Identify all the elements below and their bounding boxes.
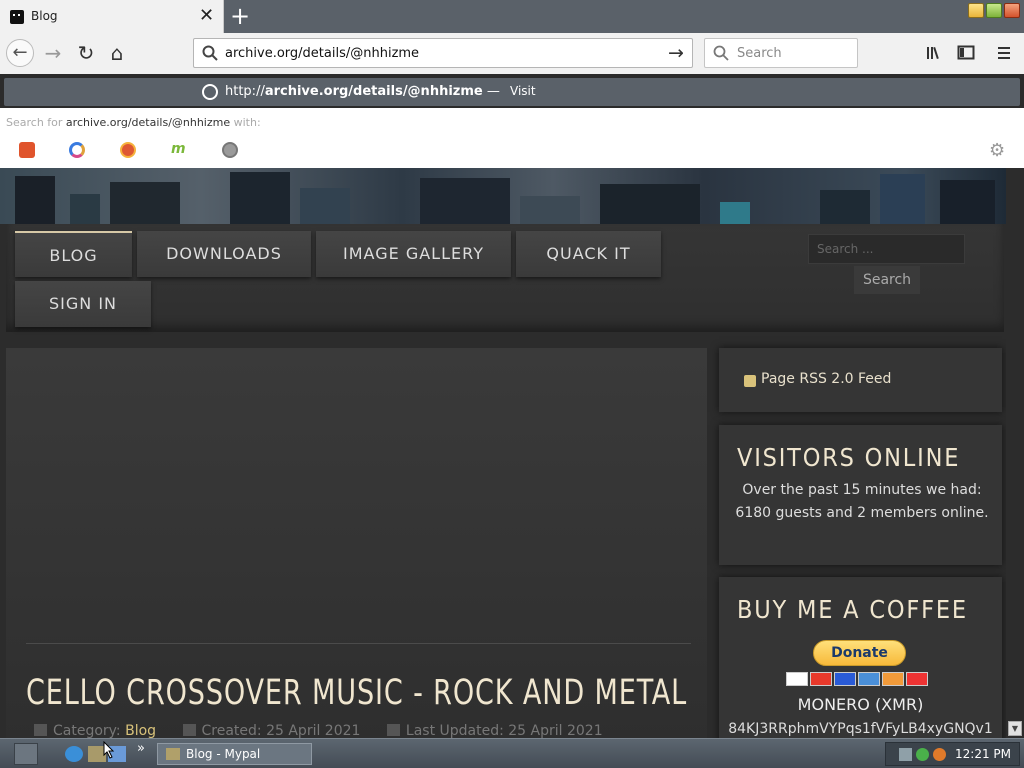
taskbar-item-mypal[interactable]: Blog - Mypal	[157, 743, 312, 765]
visitors-widget: VISITORS ONLINE Over the past 15 minutes…	[719, 425, 1002, 565]
searx-icon[interactable]	[222, 142, 238, 158]
window-minimize-button[interactable]	[968, 3, 984, 18]
article-title[interactable]: CELLO CROSSOVER MUSIC - ROCK AND METAL	[26, 673, 687, 713]
unionpay-icon	[906, 672, 928, 686]
suggestion-url-prefix: http://	[225, 84, 265, 99]
discover-icon	[882, 672, 904, 686]
url-text[interactable]: archive.org/details/@nhhizme	[225, 46, 419, 61]
suggestion-url-domain: archive.org/details/@nhhizme	[264, 84, 483, 99]
globe-icon	[202, 84, 218, 100]
mojeek-icon[interactable]: m	[171, 142, 187, 158]
url-suggestion-row[interactable]: http://archive.org/details/@nhhizme — Vi…	[4, 78, 1020, 106]
tab-strip: Blog ✕ +	[0, 0, 1024, 33]
calendar-icon	[182, 724, 196, 736]
monero-label: MONERO (XMR)	[797, 695, 924, 714]
library-icon[interactable]	[925, 44, 945, 62]
amex-icon	[858, 672, 880, 686]
sidebar-icon[interactable]	[957, 44, 975, 62]
search-icon	[202, 45, 218, 61]
window-maximize-button[interactable]	[986, 3, 1002, 18]
browser-search-bar[interactable]: Search	[704, 38, 858, 68]
article-meta: Category: Blog Created: 25 April 2021 La…	[34, 723, 603, 738]
suggestion-visit-label: Visit	[510, 84, 536, 98]
tab-title: Blog	[31, 9, 58, 23]
search-with-text: Search for archive.org/details/@nhhizme …	[6, 116, 261, 129]
quicklaunch-more-icon[interactable]: »	[137, 741, 145, 756]
rss-widget: Page RSS 2.0 Feed	[719, 348, 1002, 412]
nav-item-quack-it[interactable]: QUACK IT	[516, 231, 661, 277]
taskbar-item-label: Blog - Mypal	[186, 747, 261, 761]
clock[interactable]: 12:21 PM	[955, 747, 1011, 761]
search-tray-icon[interactable]	[933, 748, 946, 761]
url-bar[interactable]: archive.org/details/@nhhizme →	[193, 38, 693, 68]
go-arrow-icon[interactable]: →	[668, 42, 684, 64]
search-icon	[713, 45, 729, 61]
site-search-placeholder: Search ...	[817, 242, 874, 256]
calendar-icon	[386, 724, 400, 736]
coffee-widget: BUY ME A COFFEE Donate MONERO (XMR) 84KJ…	[719, 577, 1002, 738]
search-with-suffix: with:	[233, 116, 261, 129]
visitors-text: Over the past 15 minutes we had: 6180 gu…	[735, 482, 989, 521]
home-button[interactable]: ⌂	[105, 41, 129, 65]
rss-icon	[744, 375, 756, 387]
folder-icon	[34, 724, 47, 736]
web-page: BLOG DOWNLOADS IMAGE GALLERY QUACK IT SI…	[0, 168, 1024, 738]
payment-cards	[786, 672, 936, 686]
internet-explorer-icon[interactable]	[65, 746, 83, 762]
updated-date: Last Updated: 25 April 2021	[405, 723, 603, 738]
scroll-down-arrow-icon[interactable]: ▼	[1008, 721, 1022, 736]
forward-button[interactable]: →	[41, 41, 65, 65]
search-with-prefix: Search for	[6, 116, 63, 129]
back-button[interactable]: ←	[6, 39, 34, 67]
network-icon[interactable]	[899, 748, 912, 761]
coffee-title: BUY ME A COFFEE	[737, 595, 968, 624]
visitors-title: VISITORS ONLINE	[737, 443, 961, 472]
nav-item-blog[interactable]: BLOG	[15, 231, 132, 277]
content-divider	[26, 643, 691, 644]
mypal-icon	[166, 748, 180, 760]
site-navigation: BLOG DOWNLOADS IMAGE GALLERY QUACK IT SI…	[6, 224, 1004, 332]
suggestion-separator: —	[486, 84, 500, 99]
page-scrollbar[interactable]	[1006, 168, 1024, 738]
tab-blog[interactable]: Blog ✕	[0, 0, 224, 33]
site-favicon-icon	[10, 10, 24, 24]
search-placeholder: Search	[737, 46, 782, 61]
window-close-button[interactable]	[1004, 3, 1020, 18]
main-content: CELLO CROSSOVER MUSIC - ROCK AND METAL C…	[6, 348, 707, 738]
update-icon[interactable]	[916, 748, 929, 761]
donate-button[interactable]: Donate	[813, 640, 906, 666]
mouse-cursor-icon	[103, 741, 115, 759]
category-label: Category:	[53, 723, 121, 738]
reload-button[interactable]: ↻	[74, 41, 98, 65]
gear-icon[interactable]: ⚙	[989, 140, 1005, 161]
search-with-panel: Search for archive.org/details/@nhhizme …	[0, 108, 1024, 168]
search-with-query: archive.org/details/@nhhizme	[65, 116, 231, 129]
tab-close-icon[interactable]: ✕	[199, 5, 214, 27]
menu-icon[interactable]	[996, 44, 1012, 62]
suggestion-url: http://archive.org/details/@nhhizme — Vi…	[225, 84, 536, 99]
site-search-input[interactable]: Search ...	[808, 234, 965, 264]
monero-address[interactable]: 84KJ3RRphmVYPqs1fVFyLB4xyGNQv1	[719, 721, 1002, 737]
created-date: Created: 25 April 2021	[201, 723, 361, 738]
brave-icon[interactable]	[19, 142, 35, 158]
category-link[interactable]: Blog	[125, 723, 156, 738]
site-banner-image	[0, 168, 1006, 224]
system-tray: 12:21 PM	[885, 742, 1020, 766]
site-search-button[interactable]: Search	[854, 266, 920, 294]
maestro-icon	[834, 672, 856, 686]
nav-item-image-gallery[interactable]: IMAGE GALLERY	[316, 231, 511, 277]
visa-icon	[786, 672, 808, 686]
taskbar: » Blog - Mypal 12:21 PM	[0, 738, 1024, 768]
new-tab-button[interactable]: +	[230, 2, 250, 30]
nav-item-sign-in[interactable]: SIGN IN	[15, 281, 151, 327]
duckduckgo-icon[interactable]	[120, 142, 136, 158]
qwant-icon[interactable]	[69, 142, 85, 158]
start-button[interactable]	[14, 743, 38, 765]
nav-item-downloads[interactable]: DOWNLOADS	[137, 231, 311, 277]
mastercard-icon	[810, 672, 832, 686]
rss-feed-link[interactable]: Page RSS 2.0 Feed	[761, 371, 891, 387]
